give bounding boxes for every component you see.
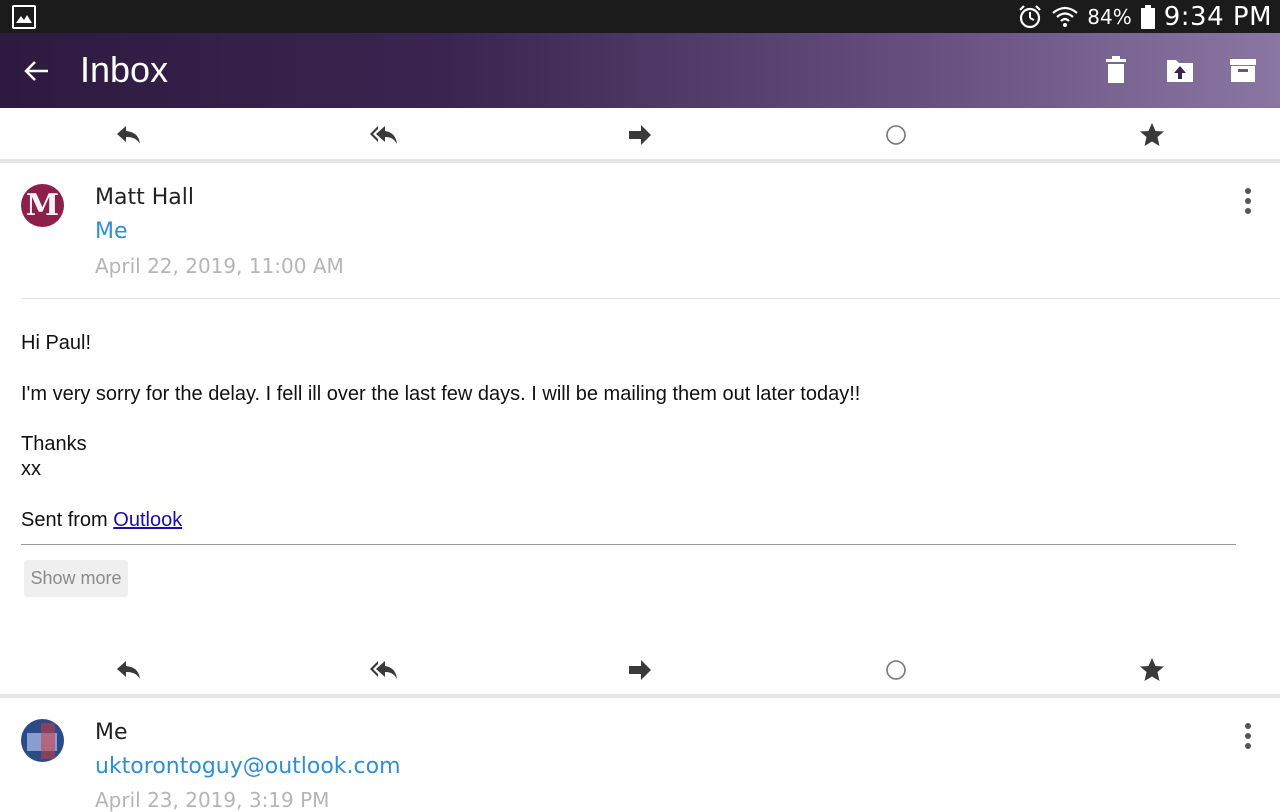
recipient[interactable]: uktorontoguy@outlook.com [95, 754, 401, 779]
app-bar: Inbox [0, 33, 1280, 108]
message-date: April 23, 2019, 3:19 PM [95, 788, 330, 812]
message-action-row [0, 108, 1280, 162]
reply-icon[interactable] [114, 656, 142, 684]
reply-all-icon[interactable] [370, 656, 398, 684]
reply-all-icon[interactable] [370, 121, 398, 149]
body-signoff-kisses: xx [21, 458, 41, 480]
section-divider [0, 694, 1280, 698]
body-paragraph: I'm very sorry for the delay. I fell ill… [21, 383, 861, 405]
message-action-row [0, 643, 1280, 697]
sender-name: Matt Hall [95, 185, 194, 210]
recipient[interactable]: Me [95, 219, 128, 244]
page-title: Inbox [80, 49, 169, 90]
mark-unread-icon[interactable] [882, 656, 910, 684]
avatar[interactable]: M [21, 184, 64, 227]
outlook-link[interactable]: Outlook [113, 509, 182, 531]
mark-unread-icon[interactable] [882, 121, 910, 149]
battery-icon [1140, 4, 1155, 29]
signature-divider [21, 544, 1236, 545]
clock: 9:34 PM [1163, 1, 1272, 32]
alarm-icon [1019, 4, 1042, 28]
forward-icon[interactable] [626, 121, 654, 149]
back-arrow-icon[interactable] [20, 55, 52, 87]
show-more-button[interactable]: Show more [24, 560, 128, 597]
star-icon[interactable] [1138, 656, 1166, 684]
more-options-icon[interactable] [1238, 188, 1258, 218]
battery-percent: 84% [1087, 4, 1132, 29]
more-options-icon[interactable] [1238, 723, 1258, 753]
delete-icon[interactable] [1101, 55, 1131, 85]
sent-from-line: Sent from Outlook [21, 508, 182, 533]
sender-name: Me [95, 720, 128, 745]
section-divider [0, 159, 1280, 163]
reply-icon[interactable] [114, 121, 142, 149]
body-signoff: Thanks [21, 433, 87, 455]
archive-icon[interactable] [1228, 55, 1258, 85]
move-to-folder-icon[interactable] [1165, 55, 1195, 85]
avatar[interactable] [21, 719, 64, 762]
gallery-icon [12, 5, 36, 29]
sent-from-prefix: Sent from [21, 509, 114, 531]
message-date: April 22, 2019, 11:00 AM [95, 254, 344, 278]
header-divider [21, 298, 1280, 299]
forward-icon[interactable] [626, 656, 654, 684]
star-icon[interactable] [1138, 121, 1166, 149]
avatar-letter: M [25, 188, 60, 223]
wifi-icon [1052, 6, 1078, 27]
status-bar: 84% 9:34 PM [0, 0, 1280, 33]
body-greeting: Hi Paul! [21, 332, 92, 354]
